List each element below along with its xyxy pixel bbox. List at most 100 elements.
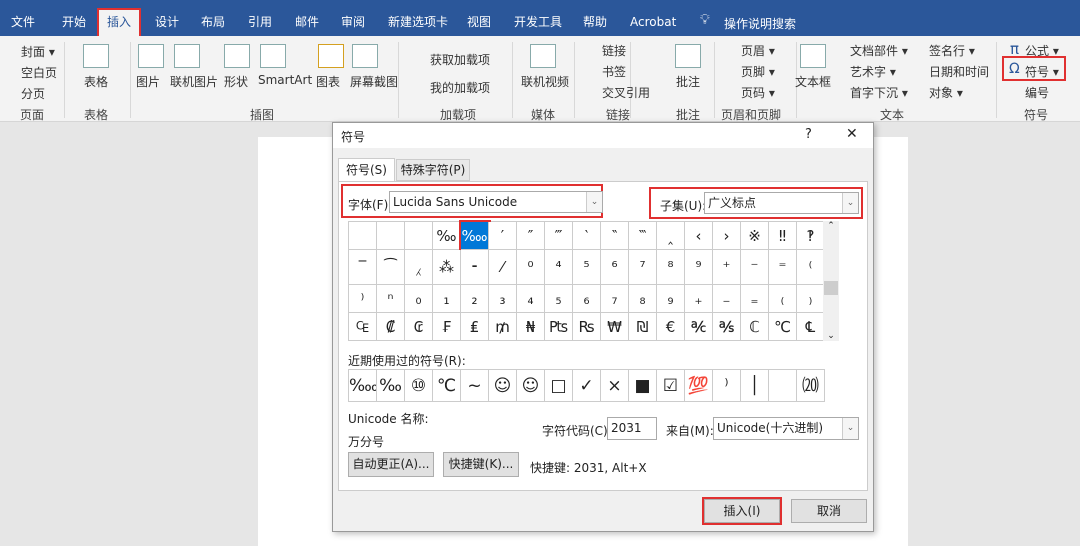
scrollbar-thumb[interactable] (824, 281, 838, 295)
symbol-cell[interactable]: ℂ (741, 313, 769, 341)
symbol-cell[interactable]: ※ (741, 222, 769, 250)
symbol-cell[interactable]: ⁻ (741, 250, 769, 285)
symbol-cell[interactable]: ⁷ (629, 250, 657, 285)
symbol-cell[interactable]: ′ (489, 222, 517, 250)
font-select[interactable]: Lucida Sans Unicode ⌄ (389, 191, 603, 213)
symbol-cell[interactable] (377, 222, 405, 250)
tab-5[interactable]: 引用 (240, 10, 280, 36)
header-footer-0[interactable]: 页眉 ▾ (741, 42, 775, 59)
symbol-cell[interactable]: ₆ (573, 285, 601, 313)
symbol-cell[interactable]: ⁵ (573, 250, 601, 285)
recent-symbol[interactable]: ‰ (377, 370, 405, 402)
symbol-cell[interactable]: ₦ (517, 313, 545, 341)
close-button[interactable]: ✕ (846, 126, 858, 142)
symbol-cell[interactable]: ‷ (629, 222, 657, 250)
shortcut-key-button[interactable]: 快捷键(K)... (443, 452, 519, 477)
text-item-0[interactable]: 文档部件 ▾ (850, 42, 908, 59)
symbol-cell[interactable]: ‸ (657, 222, 685, 250)
illustration-4[interactable]: 图表 (316, 73, 340, 90)
links-item-1[interactable]: 书签 (602, 63, 626, 80)
symbol-cell[interactable]: ⁰ (517, 250, 545, 285)
symbol-cell-selected[interactable]: ‱ (459, 220, 491, 252)
header-footer-2[interactable]: 页码 ▾ (741, 84, 775, 101)
help-button[interactable]: ? (805, 127, 812, 142)
symbol-cell[interactable]: ⁿ (377, 285, 405, 313)
symbol-cell[interactable]: € (657, 313, 685, 341)
recent-symbol[interactable]: ⑩ (405, 370, 433, 402)
symbol-cell[interactable]: ⁹ (685, 250, 713, 285)
symbol-cell[interactable]: ⁴ (545, 250, 573, 285)
symbol-cell[interactable]: ℁ (713, 313, 741, 341)
symbol-cell[interactable]: ⁺ (713, 250, 741, 285)
pages-item-1[interactable]: 空白页 (21, 64, 57, 81)
tab-7[interactable]: 审阅 (333, 10, 373, 36)
text-item-2[interactable]: 首字下沉 ▾ (850, 84, 908, 101)
symbol-cell[interactable]: ⁽ (797, 250, 825, 285)
symbol-cell[interactable]: ‼ (769, 222, 797, 250)
grid-scrollbar[interactable]: ⌃ ⌄ (823, 221, 839, 341)
recent-symbol[interactable]: 💯 (685, 370, 713, 402)
textbox-button[interactable]: 文本框 (795, 73, 831, 90)
symbol-cell[interactable]: ⁀ (377, 250, 405, 285)
illustration-1[interactable]: 联机图片 (170, 73, 218, 90)
symbol-cell[interactable]: ₈ (629, 285, 657, 313)
symbol-cell[interactable]: ⁄ (489, 250, 517, 285)
symbol-cell[interactable]: ℄ (797, 313, 825, 341)
comment-button[interactable]: 批注 (676, 73, 700, 90)
links-item-2[interactable]: 交叉引用 (602, 84, 650, 101)
recent-symbol[interactable]: × (601, 370, 629, 402)
recent-symbol[interactable]: ℃ (433, 370, 461, 402)
symbol-cell[interactable]: ‰ (433, 222, 461, 250)
recent-symbol[interactable]: ☑ (657, 370, 685, 402)
pages-item-0[interactable]: 封面 ▾ (21, 43, 55, 60)
symbol-cell[interactable]: ₪ (629, 313, 657, 341)
symbol-cell[interactable]: ₨ (573, 313, 601, 341)
tab-11[interactable]: 帮助 (575, 10, 615, 36)
symbol-cell[interactable]: ‶ (601, 222, 629, 250)
symbol-cell[interactable]: ₅ (545, 285, 573, 313)
symbol-cell[interactable]: ⁾ (349, 285, 377, 313)
header-footer-1[interactable]: 页脚 ▾ (741, 63, 775, 80)
symbol-cell[interactable]: ₁ (433, 285, 461, 313)
symbol-cell[interactable]: ‹ (685, 222, 713, 250)
cancel-button[interactable]: 取消 (791, 499, 867, 523)
subset-select[interactable]: 广义标点 ⌄ (704, 192, 859, 214)
links-item-0[interactable]: 链接 (602, 42, 626, 59)
symbol-cell[interactable]: ₧ (545, 313, 573, 341)
symbol-cell[interactable] (405, 222, 433, 250)
tab-9[interactable]: 视图 (459, 10, 499, 36)
get-addins[interactable]: 获取加载项 (430, 51, 490, 68)
tab-6[interactable]: 邮件 (287, 10, 327, 36)
symbol-cell[interactable]: ₥ (489, 313, 517, 341)
symbol-cell[interactable]: ₊ (685, 285, 713, 313)
symbol-cell[interactable]: ℀ (685, 313, 713, 341)
tab-4[interactable]: 布局 (193, 10, 233, 36)
symbol-cell[interactable]: ⁸ (657, 250, 685, 285)
tab-12[interactable]: Acrobat (622, 10, 684, 36)
symbol-cell[interactable]: ₃ (489, 285, 517, 313)
tab-10[interactable]: 开发工具 (506, 10, 570, 36)
illustration-5[interactable]: 屏幕截图 (350, 73, 398, 90)
symbol-cell[interactable]: ₋ (713, 285, 741, 313)
symbol-cell[interactable]: ₀ (405, 285, 433, 313)
numbering-button[interactable]: 编号 (1025, 84, 1049, 101)
symbol-cell[interactable]: ₎ (797, 285, 825, 313)
recent-symbol[interactable]: ■ (629, 370, 657, 402)
recent-symbol[interactable] (769, 370, 797, 402)
recent-symbol[interactable]: │ (741, 370, 769, 402)
tab-2[interactable]: 插入 (96, 8, 142, 38)
symbol-cell[interactable] (349, 222, 377, 250)
symbol-cell[interactable]: ‽ (797, 222, 825, 250)
symbol-cell[interactable]: ₢ (405, 313, 433, 341)
recent-symbol[interactable]: ⁾ (713, 370, 741, 402)
text-item-1[interactable]: 艺术字 ▾ (850, 63, 896, 80)
symbol-cell[interactable]: ₄ (517, 285, 545, 313)
text-item-3[interactable]: 签名行 ▾ (929, 42, 975, 59)
recent-symbol[interactable]: ☺ (517, 370, 545, 402)
recent-symbol[interactable]: ☺ (489, 370, 517, 402)
illustration-0[interactable]: 图片 (136, 73, 160, 90)
symbol-cell[interactable]: ₡ (377, 313, 405, 341)
tell-me-search[interactable]: 操作说明搜索 (724, 15, 796, 32)
scroll-down-icon[interactable]: ⌄ (823, 331, 839, 341)
symbol-cell[interactable]: ₍ (769, 285, 797, 313)
